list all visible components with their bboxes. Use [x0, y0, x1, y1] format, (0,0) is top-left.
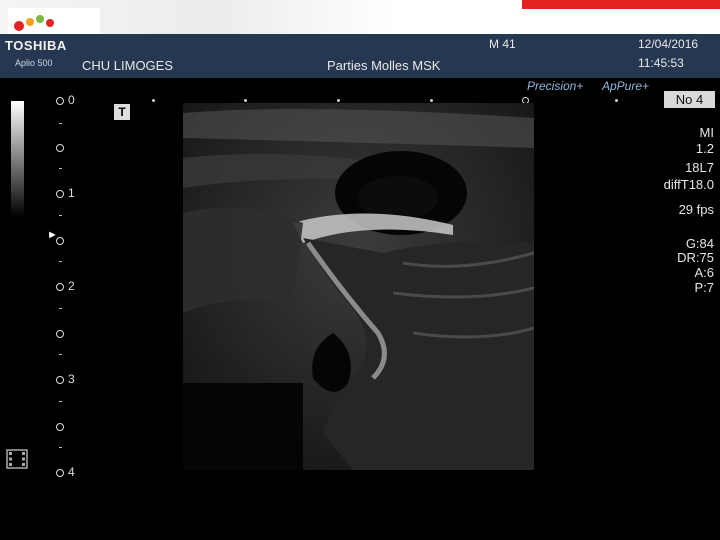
exam-date: 12/04/2016: [638, 37, 699, 51]
model-label: Aplio 500: [15, 58, 53, 68]
p-value: P:7: [694, 280, 714, 295]
depth-mark-4: 4: [56, 465, 96, 479]
body-mark-icon: T: [114, 104, 130, 120]
depth-mark-half: [56, 419, 96, 433]
grayscale-bar: [11, 101, 24, 217]
depth-mark-half: [56, 233, 96, 247]
exam-number: M 41: [489, 37, 516, 51]
focus-marker-icon[interactable]: ►: [47, 229, 58, 241]
ultrasound-image[interactable]: [183, 103, 534, 470]
exam-time: 11:45:53: [638, 56, 684, 70]
mi-label: MI: [699, 125, 714, 140]
mi-value: 1.2: [695, 141, 714, 156]
depth-mark-3: 3: [56, 372, 96, 386]
depth-mark-half: [56, 140, 96, 154]
preset-name: Parties Molles MSK: [327, 58, 441, 73]
precision-mode-label: Precision+: [527, 79, 584, 93]
depth-scale: 0 1 2 3 4: [56, 0, 96, 540]
probe-label: 18L7: [685, 160, 714, 175]
accent-bar: [522, 0, 720, 9]
depth-mark-1: 1: [56, 186, 96, 200]
frequency-label: diffT18.0: [663, 177, 714, 192]
cine-film-icon[interactable]: [6, 449, 28, 469]
depth-mark-2: 2: [56, 279, 96, 293]
frame-rate: 29 fps: [678, 202, 714, 217]
depth-mark-half: [56, 326, 96, 340]
image-number-badge: No 4: [664, 91, 715, 108]
apure-mode-label: ApPure+: [602, 79, 650, 93]
depth-mark-0: 0: [56, 93, 96, 107]
